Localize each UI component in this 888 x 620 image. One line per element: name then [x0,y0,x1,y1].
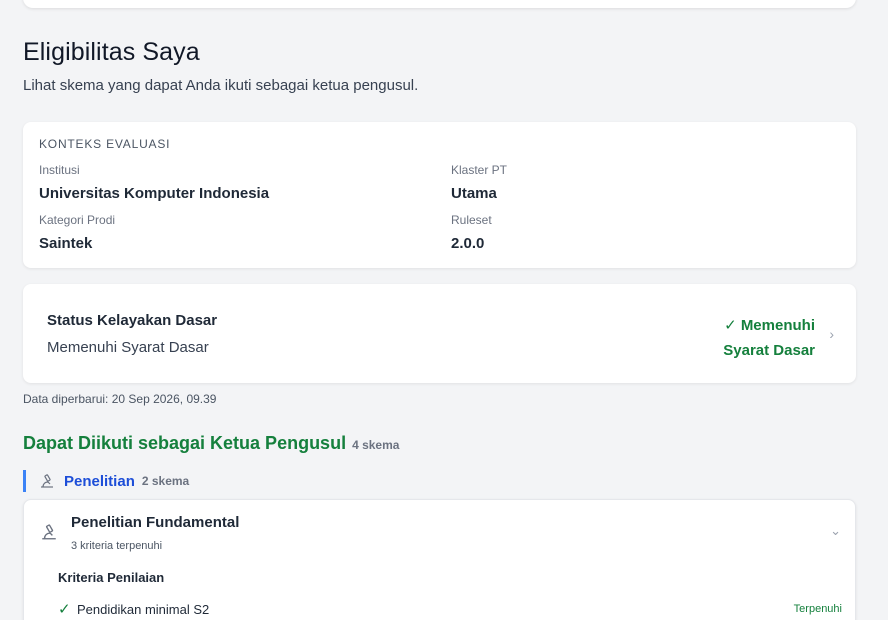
criteria-status: Terpenuhi [793,603,842,615]
cluster-label: Klaster PT [451,163,508,177]
status-subtitle: Memenuhi Syarat Dasar [47,339,209,356]
context-heading: KONTEKS EVALUASI [39,137,171,151]
evaluation-context-card: KONTEKS EVALUASI Institusi Universitas K… [23,122,856,268]
microscope-icon [41,474,53,488]
status-title: Status Kelayakan Dasar [47,312,218,329]
institution-value: Universitas Komputer Indonesia [39,185,270,202]
page-subtitle: Lihat skema yang dapat Anda ikuti sebaga… [23,77,419,94]
page-title: Eligibilitas Saya [23,38,200,66]
ruleset-value: 2.0.0 [451,235,485,252]
check-icon: ✓ [58,601,71,618]
category-label: Kategori Prodi [39,213,116,227]
status-badge-line1: ✓ Memenuhi [724,317,815,334]
microscope-icon [42,524,56,540]
group-header-penelitian[interactable]: Penelitian 2 skema [23,470,323,492]
last-updated-text: Data diperbarui: 20 Sep 2026, 09.39 [23,392,217,406]
group-label: Penelitian [64,472,135,490]
criteria-heading: Kriteria Penilaian [58,570,165,585]
criteria-row: ✓ Pendidikan minimal S2 Terpenuhi [58,600,842,620]
previous-card [23,0,856,8]
group-count: 2 skema [141,474,190,488]
basic-eligibility-status-card[interactable]: Status Kelayakan Dasar Memenuhi Syarat D… [23,284,856,383]
criteria-text: Pendidikan minimal S2 [77,602,210,617]
status-badge: ✓ Memenuhi Syarat Dasar [675,313,815,363]
status-badge-line2: Syarat Dasar [723,342,815,359]
ruleset-label: Ruleset [451,213,492,227]
eligible-section-title: Dapat Diikuti sebagai Ketua Pengusul 4 sk… [23,433,399,454]
scheme-title: Penelitian Fundamental [71,514,240,531]
scheme-card-penelitian-fundamental[interactable]: Penelitian Fundamental 3 kriteria terpen… [23,499,856,620]
cluster-value: Utama [451,185,497,202]
category-value: Saintek [39,235,93,252]
scheme-criteria-count: 3 kriteria terpenuhi [71,540,163,552]
section-count: 4 skema [352,438,400,452]
chevron-down-icon[interactable]: ⌄ [830,523,841,539]
section-title-text: Dapat Diikuti sebagai Ketua Pengusul [23,433,347,453]
chevron-right-icon: › [829,326,834,342]
institution-label: Institusi [39,163,80,177]
